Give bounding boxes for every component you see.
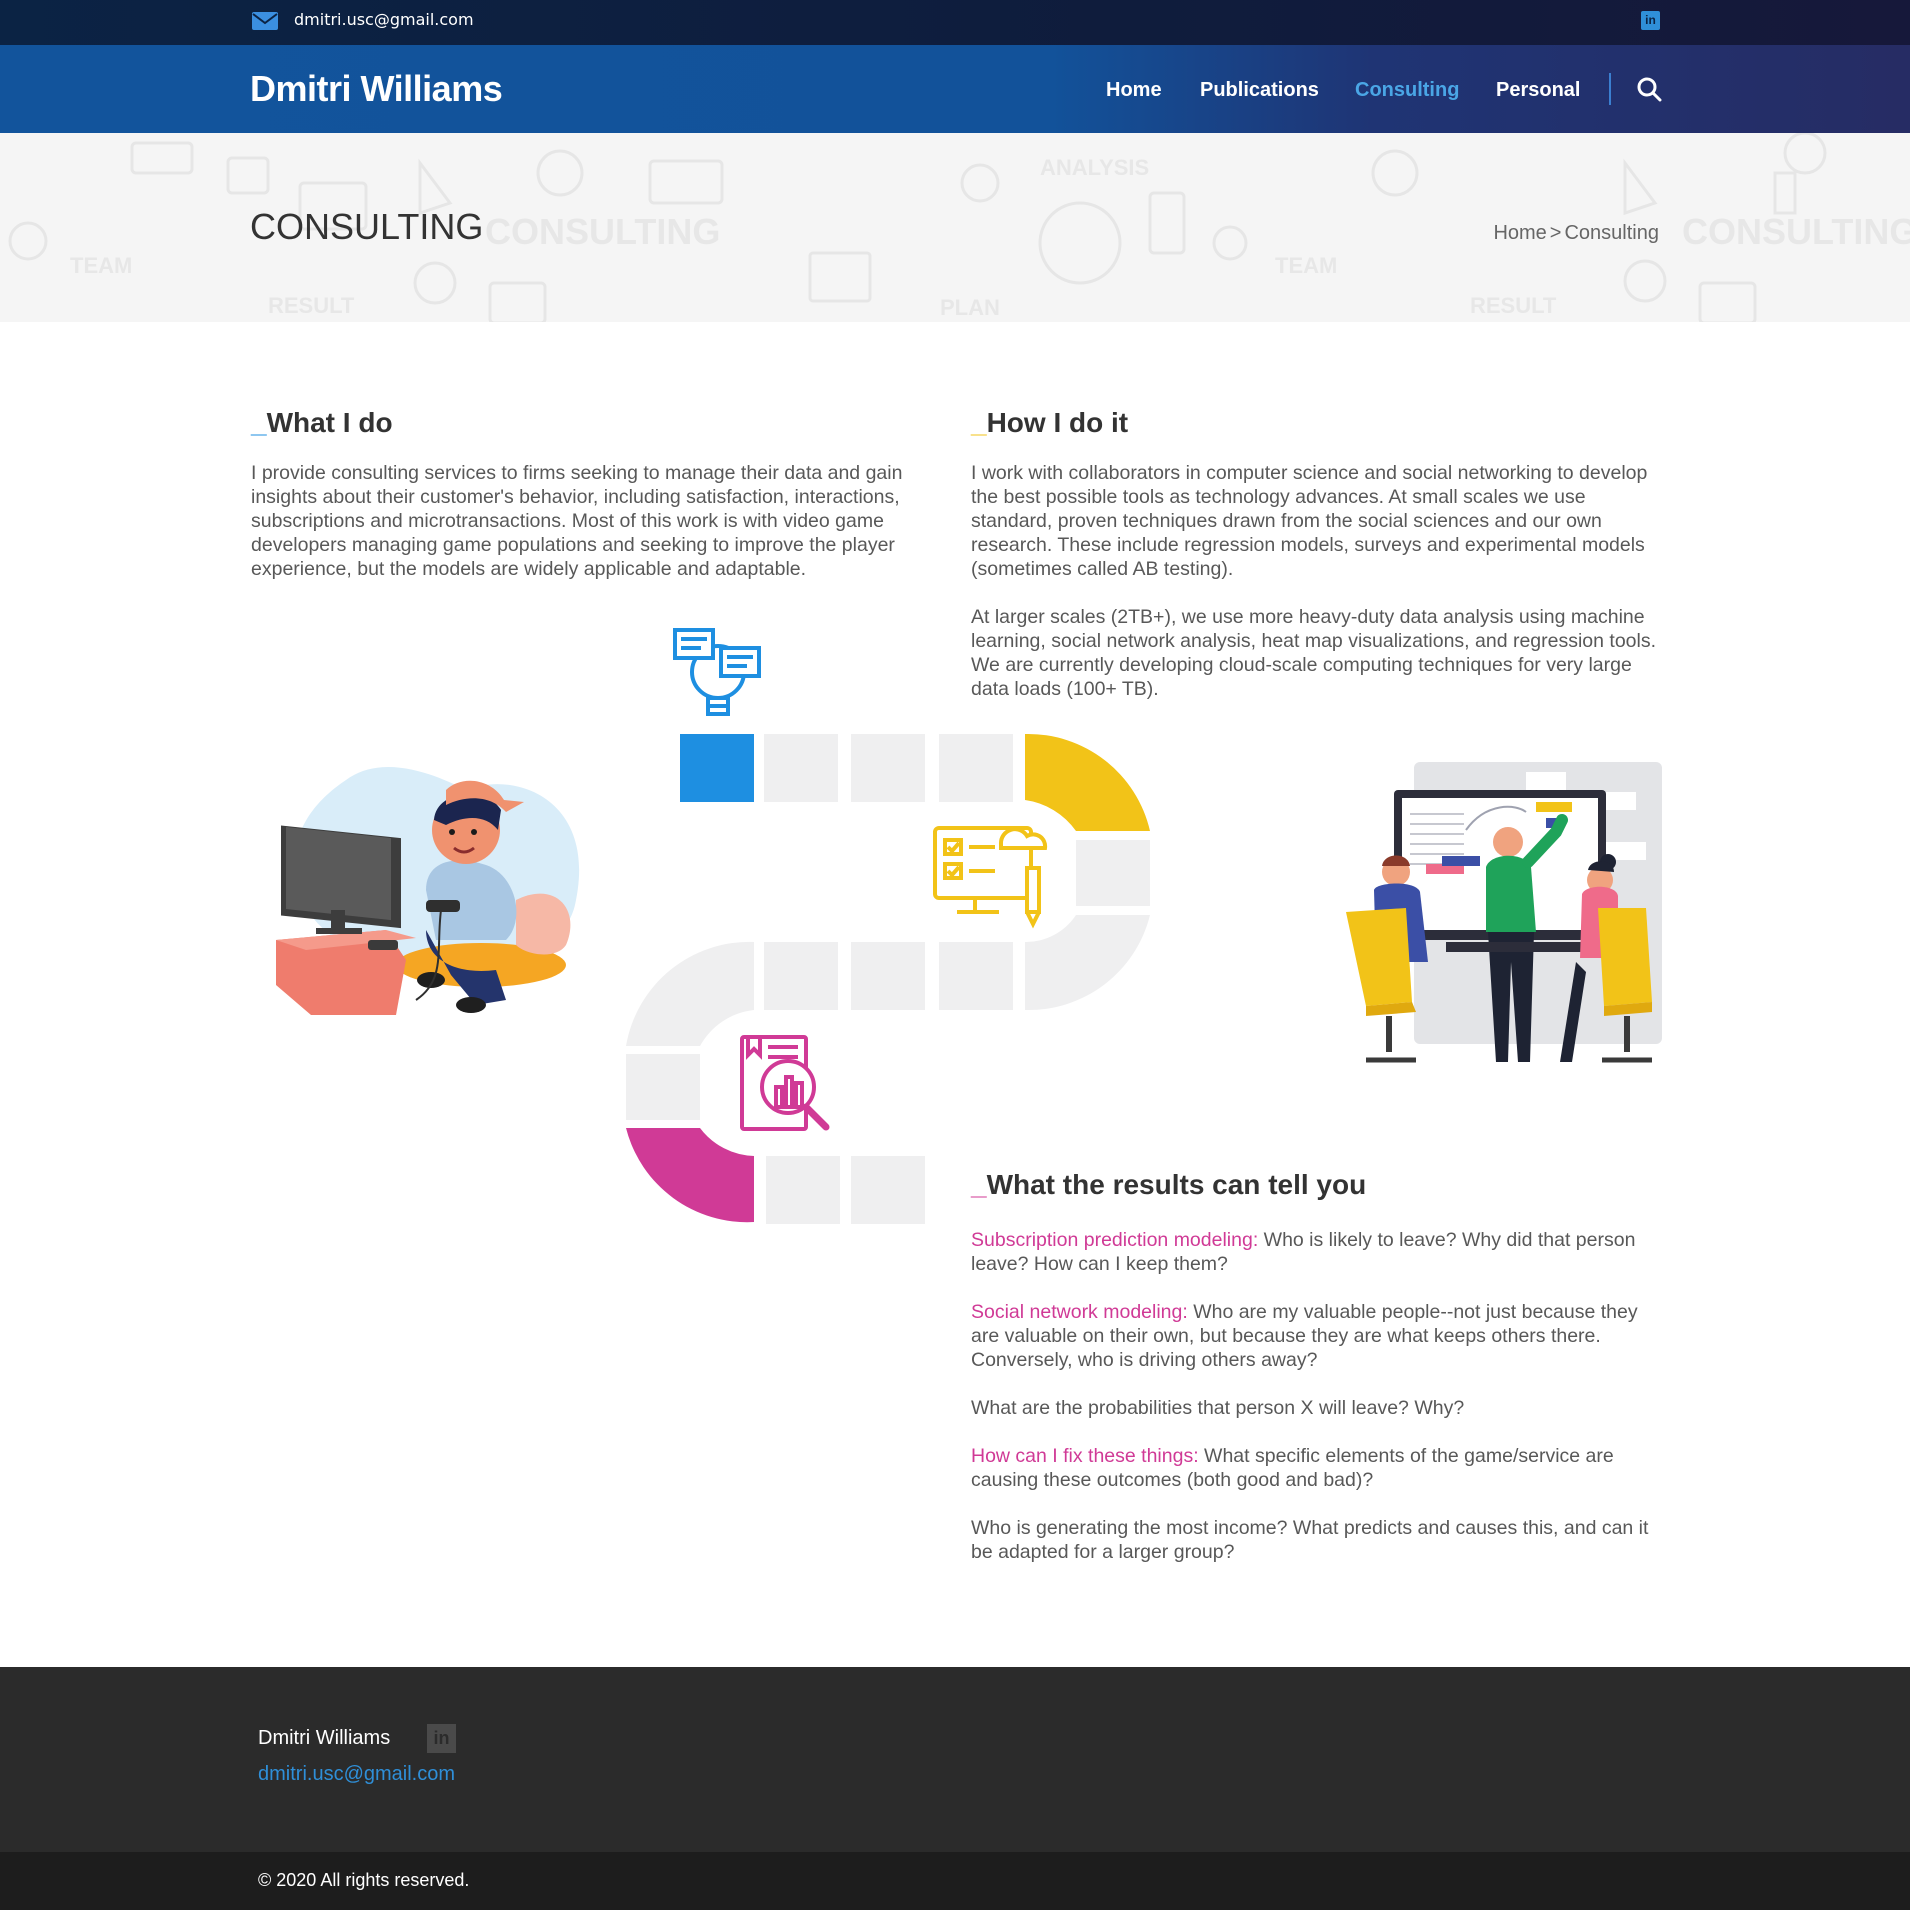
footer: Dmitri Williams in dmitri.usc@gmail.com	[0, 1667, 1910, 1852]
title-accent: _	[251, 407, 267, 438]
path-tile	[1076, 840, 1150, 906]
path-tile	[939, 734, 1013, 802]
section-title-how-i-do-it: _How I do it	[971, 407, 1128, 439]
nav-publications[interactable]: Publications	[1200, 79, 1319, 102]
copyright-text: © 2020 All rights reserved.	[258, 1870, 470, 1890]
path-tile	[764, 942, 838, 1010]
report-magnifier-icon	[740, 1035, 830, 1131]
path-tile	[939, 942, 1013, 1010]
breadcrumb-home[interactable]: Home	[1493, 222, 1546, 244]
result-item: How can I fix these things: What specifi…	[971, 1444, 1661, 1492]
how-i-do-it-text-1: I work with collaborators in computer sc…	[971, 462, 1648, 580]
result-item-label: How can I fix these things:	[971, 1445, 1199, 1467]
breadcrumb: Home > Consulting	[1493, 222, 1659, 245]
nav-personal[interactable]: Personal	[1496, 79, 1580, 102]
result-item-text: Who is generating the most income? What …	[971, 1517, 1649, 1563]
nav-consulting[interactable]: Consulting	[1355, 79, 1459, 102]
path-curve-gray	[626, 941, 754, 1046]
path-tile	[851, 734, 925, 802]
site-brand[interactable]: Dmitri Williams	[250, 68, 503, 110]
section-title-what-i-do: _What I do	[251, 407, 393, 439]
title-text: What the results can tell you	[986, 1169, 1367, 1200]
top-bar: dmitri.usc@gmail.com in	[0, 0, 1910, 45]
path-curve-yellow	[1025, 733, 1150, 831]
path-curve-gray	[1025, 915, 1150, 1011]
nav-divider	[1609, 73, 1611, 105]
team-meeting-illustration	[1346, 762, 1662, 1063]
path-curve-magenta	[626, 1128, 754, 1223]
copyright-bar: © 2020 All rights reserved.	[0, 1852, 1910, 1910]
title-accent: _	[971, 407, 987, 438]
result-item: Social network modeling: Who are my valu…	[971, 1300, 1661, 1372]
contact-email[interactable]: dmitri.usc@gmail.com	[294, 10, 474, 29]
linkedin-icon[interactable]: in	[1641, 11, 1660, 30]
nav-bar: Dmitri Williams Home Publications Consul…	[0, 45, 1910, 133]
path-tile	[764, 734, 838, 802]
nav-home[interactable]: Home	[1106, 79, 1162, 102]
result-item: What are the probabilities that person X…	[971, 1396, 1661, 1420]
what-i-do-text: I provide consulting services to firms s…	[251, 462, 903, 580]
title-accent: _	[971, 1169, 987, 1200]
result-item-text: What are the probabilities that person X…	[971, 1397, 1465, 1419]
path-tile	[851, 1156, 925, 1224]
result-item: Who is generating the most income? What …	[971, 1516, 1661, 1564]
gamer-illustration	[276, 767, 580, 1015]
result-item-label: Social network modeling:	[971, 1301, 1188, 1323]
page-header: CONSULTING TEAM RESULT ANALYSIS PLAN CON…	[0, 133, 1910, 322]
result-item: Subscription prediction modeling: Who is…	[971, 1228, 1661, 1276]
path-tile	[851, 942, 925, 1010]
footer-email-link[interactable]: dmitri.usc@gmail.com	[258, 1763, 455, 1786]
title-text: How I do it	[986, 407, 1129, 438]
footer-name: Dmitri Williams	[258, 1727, 391, 1749]
mail-icon	[252, 12, 278, 30]
linkedin-icon[interactable]: in	[427, 1724, 456, 1753]
path-tile	[626, 1054, 700, 1120]
breadcrumb-current: Consulting	[1564, 222, 1659, 244]
result-item-label: Subscription prediction modeling:	[971, 1229, 1259, 1251]
title-text: What I do	[266, 407, 393, 438]
path-tile	[766, 1156, 840, 1224]
checklist-cloud-monitor-icon	[933, 826, 1048, 929]
lightbulb-chat-icon	[673, 628, 761, 716]
section-title-results: _What the results can tell you	[971, 1169, 1366, 1201]
page-title: CONSULTING	[250, 206, 484, 247]
process-path-graphic	[626, 628, 1150, 1224]
path-tile-start	[680, 734, 754, 802]
search-icon[interactable]	[1636, 76, 1662, 102]
breadcrumb-separator: >	[1549, 222, 1562, 244]
